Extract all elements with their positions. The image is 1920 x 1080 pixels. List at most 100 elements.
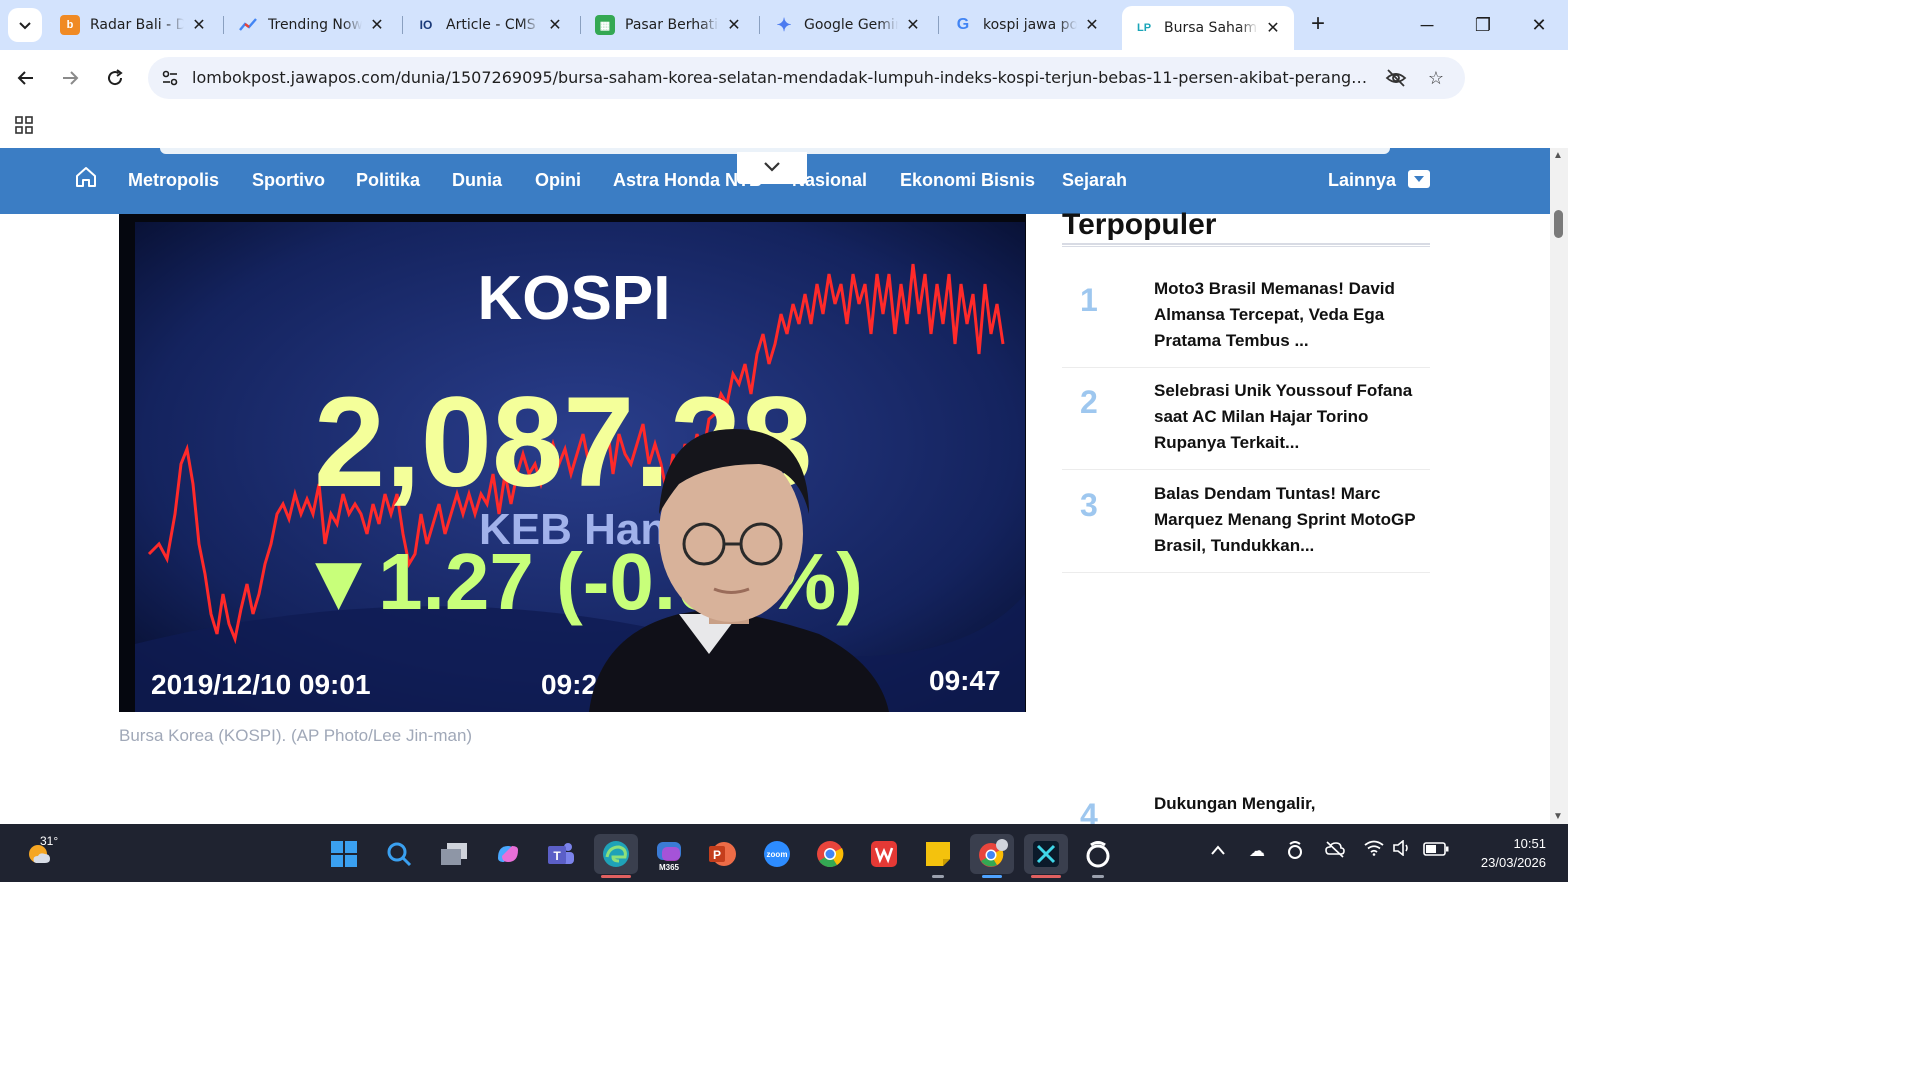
tab-pasar-berhati[interactable]: ▦ Pasar Berhati-h ✕ xyxy=(583,6,755,44)
tab-trending-now[interactable]: Trending Now ✕ xyxy=(226,6,398,44)
reload-icon xyxy=(108,69,123,86)
powerpoint-app[interactable]: P xyxy=(702,834,742,874)
wps-app[interactable] xyxy=(864,834,904,874)
close-tab-icon[interactable]: ✕ xyxy=(1264,18,1282,38)
radar-bali-favicon-icon: b xyxy=(60,15,80,35)
nav-link-politika[interactable]: Politika xyxy=(356,170,420,191)
popular-item[interactable]: 1 Moto3 Brasil Memanas! David Almansa Te… xyxy=(1062,266,1430,368)
taskbar-search-button[interactable] xyxy=(379,834,419,874)
new-tab-button[interactable]: + xyxy=(1303,10,1333,40)
edge-app[interactable] xyxy=(594,834,638,878)
close-tab-icon[interactable]: ✕ xyxy=(546,15,564,35)
close-tab-icon[interactable]: ✕ xyxy=(190,15,208,35)
home-icon[interactable] xyxy=(74,165,100,191)
open-indicator xyxy=(932,875,944,878)
tab-article-cms[interactable]: IO Article - CMS D ✕ xyxy=(404,6,576,44)
minimize-button[interactable]: ─ xyxy=(1412,10,1442,40)
sidebar-title: Terpopuler xyxy=(1062,208,1217,241)
collapse-search-button[interactable] xyxy=(737,152,807,184)
site-info-icon[interactable] xyxy=(158,66,182,90)
popular-item[interactable]: 4 Dukungan Mengalir, xyxy=(1062,781,1430,824)
close-tab-icon[interactable]: ✕ xyxy=(368,15,386,35)
cms-favicon-icon: IO xyxy=(419,18,433,32)
tab-radar-bali[interactable]: b Radar Bali - Da ✕ xyxy=(48,6,220,44)
chrome-icon xyxy=(817,841,844,868)
apps-grid-icon[interactable] xyxy=(14,115,36,137)
close-tab-icon[interactable]: ✕ xyxy=(725,15,743,35)
zoom-app[interactable]: zoom xyxy=(757,834,797,874)
task-view-icon xyxy=(441,843,467,865)
scroll-up-icon[interactable]: ▲ xyxy=(1553,150,1563,161)
popular-item[interactable]: 3 Balas Dendam Tuntas! Marc Marquez Mena… xyxy=(1062,471,1430,573)
tab-separator xyxy=(580,16,581,34)
weather-temperature: 31° xyxy=(40,834,59,848)
svg-text:T: T xyxy=(553,849,561,863)
back-button[interactable] xyxy=(10,62,42,94)
address-bar[interactable]: lombokpost.jawapos.com/dunia/1507269095/… xyxy=(148,57,1465,99)
ring-tray-icon[interactable] xyxy=(1283,840,1307,864)
teams-icon: T xyxy=(548,843,574,864)
app-x[interactable] xyxy=(1024,834,1068,878)
teams-app[interactable]: T xyxy=(541,834,581,874)
page-viewport: Metropolis Sportivo Politika Dunia Opini… xyxy=(0,148,1550,824)
show-hidden-icons[interactable] xyxy=(1206,840,1230,864)
start-button[interactable] xyxy=(324,834,364,874)
battery-tray-icon[interactable] xyxy=(1422,840,1450,864)
reload-button[interactable] xyxy=(99,62,131,94)
nav-link-sportivo[interactable]: Sportivo xyxy=(252,170,325,191)
popular-title[interactable]: Moto3 Brasil Memanas! David Almansa Terc… xyxy=(1154,276,1416,354)
active-indicator xyxy=(601,875,631,878)
onedrive-tray-icon[interactable]: ☁ xyxy=(1245,840,1269,864)
search-icon xyxy=(387,842,412,867)
task-view-button[interactable] xyxy=(434,834,474,874)
tab-search-button[interactable] xyxy=(8,8,42,42)
copilot-app[interactable] xyxy=(488,834,528,874)
eye-off-icon[interactable] xyxy=(1384,66,1408,90)
nav-more-dropdown[interactable]: Lainnya xyxy=(1328,170,1431,191)
sticky-notes-app[interactable] xyxy=(918,834,958,878)
clock-date: 23/03/2026 xyxy=(1480,855,1546,870)
volume-icon xyxy=(1393,839,1408,857)
page-scrollbar[interactable]: ▲ ▼ xyxy=(1550,148,1568,824)
scroll-down-icon[interactable]: ▼ xyxy=(1553,811,1563,822)
browser-toolbar: lombokpost.jawapos.com/dunia/1507269095/… xyxy=(0,50,1568,139)
m365-app[interactable]: M365 xyxy=(649,834,689,874)
close-tab-icon[interactable]: ✕ xyxy=(904,15,922,35)
weather-widget[interactable]: 31° xyxy=(24,834,59,868)
forward-button[interactable] xyxy=(54,62,86,94)
popular-title[interactable]: Balas Dendam Tuntas! Marc Marquez Menang… xyxy=(1154,481,1416,559)
scroll-thumb[interactable] xyxy=(1554,210,1563,238)
chrome-app[interactable] xyxy=(810,834,850,874)
tab-bursa-saham-active[interactable]: LP Bursa Saham K ✕ xyxy=(1122,6,1294,50)
chrome-profile-icon xyxy=(979,839,1008,867)
restore-button[interactable]: ❐ xyxy=(1468,10,1498,40)
chevron-down-icon xyxy=(764,162,780,172)
wifi-tray-icon[interactable] xyxy=(1362,840,1386,864)
powerpoint-icon: P xyxy=(709,842,736,866)
url-text[interactable]: lombokpost.jawapos.com/dunia/1507269095/… xyxy=(192,68,1372,87)
popular-title[interactable]: Dukungan Mengalir, xyxy=(1154,791,1416,817)
tab-kospi-search[interactable]: G kospi jawa pos ✕ xyxy=(941,6,1113,44)
ring-app[interactable] xyxy=(1078,834,1118,878)
nav-link-opini[interactable]: Opini xyxy=(535,170,581,191)
wps-icon xyxy=(871,841,897,867)
ring-icon xyxy=(1086,841,1110,868)
chrome-profile-app[interactable] xyxy=(970,834,1014,878)
close-window-button[interactable]: ✕ xyxy=(1524,10,1554,40)
popular-item[interactable]: 2 Selebrasi Unik Youssouf Fofana saat AC… xyxy=(1062,368,1430,470)
bookmark-star-icon[interactable]: ☆ xyxy=(1424,66,1448,90)
volume-tray-icon[interactable] xyxy=(1390,839,1414,864)
cloud-off-tray-icon[interactable] xyxy=(1323,840,1347,864)
tab-google-gemini[interactable]: ✦ Google Gemini ✕ xyxy=(762,6,934,44)
nav-link-metropolis[interactable]: Metropolis xyxy=(128,170,219,191)
chevron-up-icon xyxy=(1211,845,1225,855)
sticky-notes-icon xyxy=(926,842,950,866)
system-clock[interactable]: 10:51 23/03/2026 xyxy=(1462,834,1546,872)
popular-title[interactable]: Selebrasi Unik Youssouf Fofana saat AC M… xyxy=(1154,378,1416,456)
nav-link-dunia[interactable]: Dunia xyxy=(452,170,502,191)
nav-link-sejarah[interactable]: Sejarah xyxy=(1062,170,1127,191)
nav-link-ekonomi-bisnis[interactable]: Ekonomi Bisnis xyxy=(900,170,1035,191)
gemini-favicon-icon: ✦ xyxy=(776,14,792,35)
close-tab-icon[interactable]: ✕ xyxy=(1083,15,1101,35)
tab-separator xyxy=(759,16,760,34)
